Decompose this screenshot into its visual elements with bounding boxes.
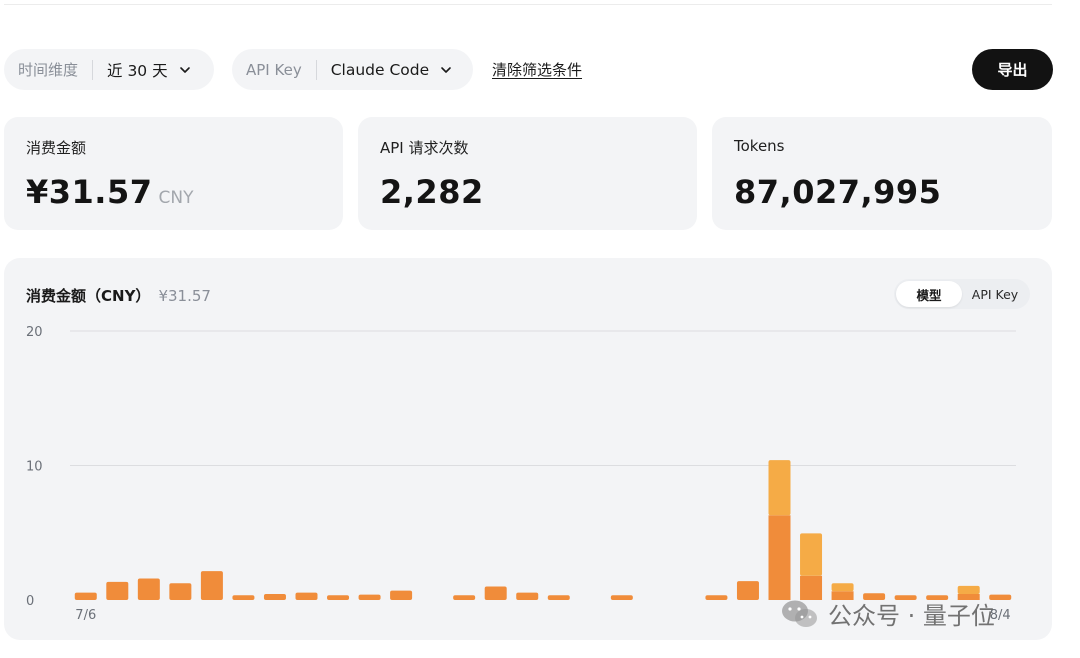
bar-7-9-series-1[interactable] xyxy=(169,583,192,600)
api-key-value: Claude Code xyxy=(330,60,430,79)
bar-7-14-series-1[interactable] xyxy=(327,595,350,600)
bar-7-12-series-1[interactable] xyxy=(263,593,286,600)
chevron-down-icon xyxy=(441,66,451,73)
tokens-value: 87,027,995 xyxy=(734,173,942,211)
bar-7-6-series-1[interactable] xyxy=(74,592,97,600)
bar-7-11-series-1[interactable] xyxy=(232,595,255,600)
filter-separator xyxy=(92,59,94,80)
bar-7-10-series-1[interactable] xyxy=(200,571,223,600)
bar-7-28-series-1[interactable] xyxy=(768,515,791,600)
bar-7-21-series-1[interactable] xyxy=(547,595,570,600)
spend-chart-card: 消费金额（CNY） ¥31.57 模型 API Key 0 10 20 7/6 8/4 xyxy=(4,258,1052,640)
y-tick-label: 10 xyxy=(26,460,43,475)
bar-7-7-series-1[interactable] xyxy=(106,581,129,600)
bar-7-23-series-1[interactable] xyxy=(610,595,633,600)
bar-7-26-series-1[interactable] xyxy=(705,595,728,600)
bar-7-16-series-1[interactable] xyxy=(390,590,413,600)
top-divider xyxy=(4,4,1052,5)
bar-8-3-series-2[interactable] xyxy=(957,585,980,594)
bar-7-19-series-1[interactable] xyxy=(484,586,507,600)
watermark-text: 公众号 · 量子位 xyxy=(828,602,995,630)
bar-7-27-series-1[interactable] xyxy=(736,581,759,600)
time-range-label: 时间维度 xyxy=(18,61,79,79)
chevron-down-icon xyxy=(179,66,190,73)
time-range-value: 近 30 天 xyxy=(107,61,168,80)
spend-bar-chart: 010207/6 8/4 xyxy=(26,325,1016,623)
spend-label: 消费金额 xyxy=(26,139,87,157)
requests-card: API 请求次数 2,282 xyxy=(358,117,697,230)
bar-7-28-series-2[interactable] xyxy=(768,460,791,516)
bar-7-8-series-1[interactable] xyxy=(137,578,160,600)
spend-amount: ¥31.57 xyxy=(26,173,153,211)
time-range-filter[interactable]: 时间维度 近 30 天 xyxy=(4,49,214,90)
requests-label: API 请求次数 xyxy=(380,139,469,157)
export-button[interactable]: 导出 xyxy=(972,49,1053,90)
tokens-label: Tokens xyxy=(734,137,785,155)
clear-filters-link[interactable]: 清除筛选条件 xyxy=(492,59,582,80)
bar-7-15-series-1[interactable] xyxy=(358,594,381,600)
api-key-filter[interactable]: API Key Claude Code xyxy=(232,49,473,90)
bar-7-13-series-1[interactable] xyxy=(295,592,318,600)
y-tick-label: 0 xyxy=(26,594,34,609)
watermark: 公众号 · 量子位 xyxy=(780,596,995,631)
requests-value: 2,282 xyxy=(380,173,484,211)
wechat-icon xyxy=(782,600,817,627)
api-key-label: API Key xyxy=(246,60,302,79)
bar-7-18-series-1[interactable] xyxy=(453,595,476,600)
spend-card: 消费金额 ¥31.57 CNY xyxy=(4,117,343,230)
spend-currency: CNY xyxy=(158,188,194,208)
y-tick-label: 20 xyxy=(26,325,43,340)
x-tick-label: 7/6 xyxy=(75,608,96,623)
filter-separator xyxy=(315,59,317,80)
bar-7-30-series-2[interactable] xyxy=(831,583,854,592)
bar-7-20-series-1[interactable] xyxy=(516,592,539,600)
bar-7-29-series-2[interactable] xyxy=(800,533,823,576)
tokens-card: Tokens 87,027,995 xyxy=(712,117,1052,230)
spend-value: ¥31.57 CNY xyxy=(26,173,193,211)
